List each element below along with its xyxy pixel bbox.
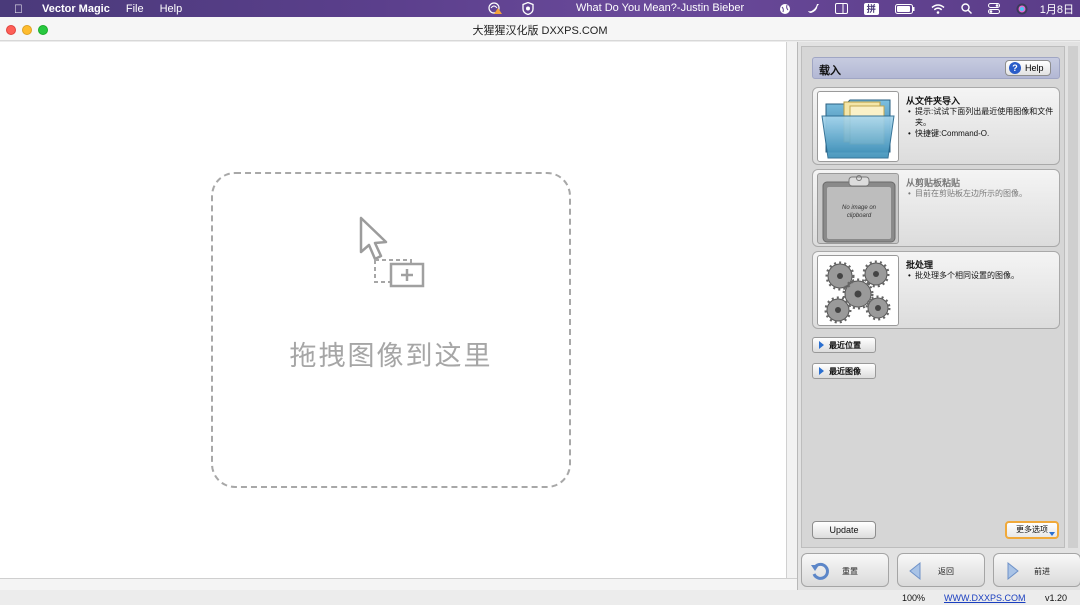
control-center-icon[interactable] [987,3,1000,14]
more-options-button[interactable]: 更多选项 [1005,521,1059,539]
canvas-vertical-scrollbar[interactable] [786,42,797,590]
clipboard-thumbnail: No image on clipboard [817,173,899,244]
menubar-date[interactable]: 1月8日 [1040,1,1074,17]
gears-icon [824,260,891,324]
recent-images-label: 最近图像 [829,366,861,376]
image-canvas[interactable]: 拖拽图像到这里 [0,42,786,578]
batch-process-card[interactable]: 批处理 批处理多个相同设置的图像。 [812,251,1060,329]
bird-icon[interactable] [807,3,819,14]
recent-locations-button[interactable]: 最近位置 [812,337,876,353]
dropdown-arrow-icon [1049,532,1055,536]
menu-file[interactable]: File [126,3,144,15]
update-button[interactable]: Update [812,521,876,539]
load-section: 载入 ? Help 从文件夹导入 • 提示:试试下面列出最近使用图像和文件夹。 … [801,46,1065,548]
app-menu[interactable]: Vector Magic [42,3,110,15]
panel-scrollbar[interactable] [1068,46,1078,548]
status-bar: 100% WWW.DXXPS.COM v1.20 [797,590,1080,605]
now-playing-title[interactable]: What Do You Mean?-Justin Bieber [576,2,744,14]
forward-label: 前进 [1034,567,1050,576]
siri-icon[interactable] [1016,3,1028,15]
card-bullet: 快捷键:Command-O. [906,128,1056,139]
menu-help[interactable]: Help [160,3,183,15]
drag-drop-icon [359,216,425,288]
folder-icon [821,99,895,159]
undo-icon [811,562,829,580]
card-bullet: 提示:试试下面列出最近使用图像和文件夹。 [906,106,1056,128]
apple-menu-icon[interactable]:  [14,2,28,16]
menu-bar:  Vector Magic File Help What Do You Mea… [0,0,1080,17]
help-icon: ? [1009,62,1021,74]
wifi-icon[interactable] [931,3,945,14]
now-playing-icon[interactable] [488,2,502,14]
recent-images-button[interactable]: 最近图像 [812,363,876,379]
version-label: v1.20 [1045,593,1068,603]
window-titlebar: 大猩猩汉化版 DXXPS.COM [0,17,1080,41]
help-label: Help [1025,63,1044,73]
section-header: 载入 ? Help [812,57,1060,79]
shield-icon[interactable] [522,2,534,15]
back-label: 返回 [938,567,954,576]
battery-icon[interactable] [894,3,915,14]
card-bullet: 目前在剪贴板左边所示的图像。 [906,188,1056,199]
zoom-level: 100% [902,593,926,603]
folder-thumbnail [817,91,899,162]
back-button[interactable]: 返回 [897,553,985,587]
status-bar-left [0,590,797,605]
paste-from-clipboard-card[interactable]: No image on clipboard 从剪贴板粘贴 目前在剪贴板左边所示的… [812,169,1060,247]
more-options-label: 更多选项 [1016,525,1048,534]
window-title: 大猩猩汉化版 DXXPS.COM [472,25,608,37]
reset-button[interactable]: 重置 [801,553,889,587]
card-description: 目前在剪贴板左边所示的图像。 [906,188,1056,199]
globe-icon[interactable] [779,3,791,15]
search-icon[interactable] [961,3,972,14]
recent-locations-label: 最近位置 [829,340,861,350]
reset-label: 重置 [842,567,858,576]
arrow-left-icon [909,561,921,581]
card-description: 批处理多个相同设置的图像。 [906,270,1056,281]
arrow-right-icon [1007,561,1019,581]
input-method-indicator[interactable]: 拼 [863,2,879,15]
help-button[interactable]: ? Help [1005,60,1051,76]
play-right-icon [819,341,824,349]
forward-button[interactable]: 前进 [993,553,1080,587]
open-from-folder-card[interactable]: 从文件夹导入 提示:试试下面列出最近使用图像和文件夹。 快捷键:Command-… [812,87,1060,165]
drop-zone[interactable]: 拖拽图像到这里 [211,172,571,488]
sidebar-icon[interactable] [834,3,848,14]
website-link[interactable]: WWW.DXXPS.COM [944,593,1026,603]
play-right-icon [819,367,824,375]
clipboard-empty-text: No image on clipboard [841,205,877,219]
drop-zone-label: 拖拽图像到这里 [289,341,493,371]
card-bullet: 批处理多个相同设置的图像。 [906,270,1056,281]
card-description: 提示:试试下面列出最近使用图像和文件夹。 快捷键:Command-O. [906,106,1056,139]
batch-thumbnail [817,255,899,326]
canvas-horizontal-scrollbar[interactable] [0,578,797,590]
wizard-panel: 载入 ? Help 从文件夹导入 • 提示:试试下面列出最近使用图像和文件夹。 … [797,42,1080,590]
section-title: 载入 [819,65,841,77]
